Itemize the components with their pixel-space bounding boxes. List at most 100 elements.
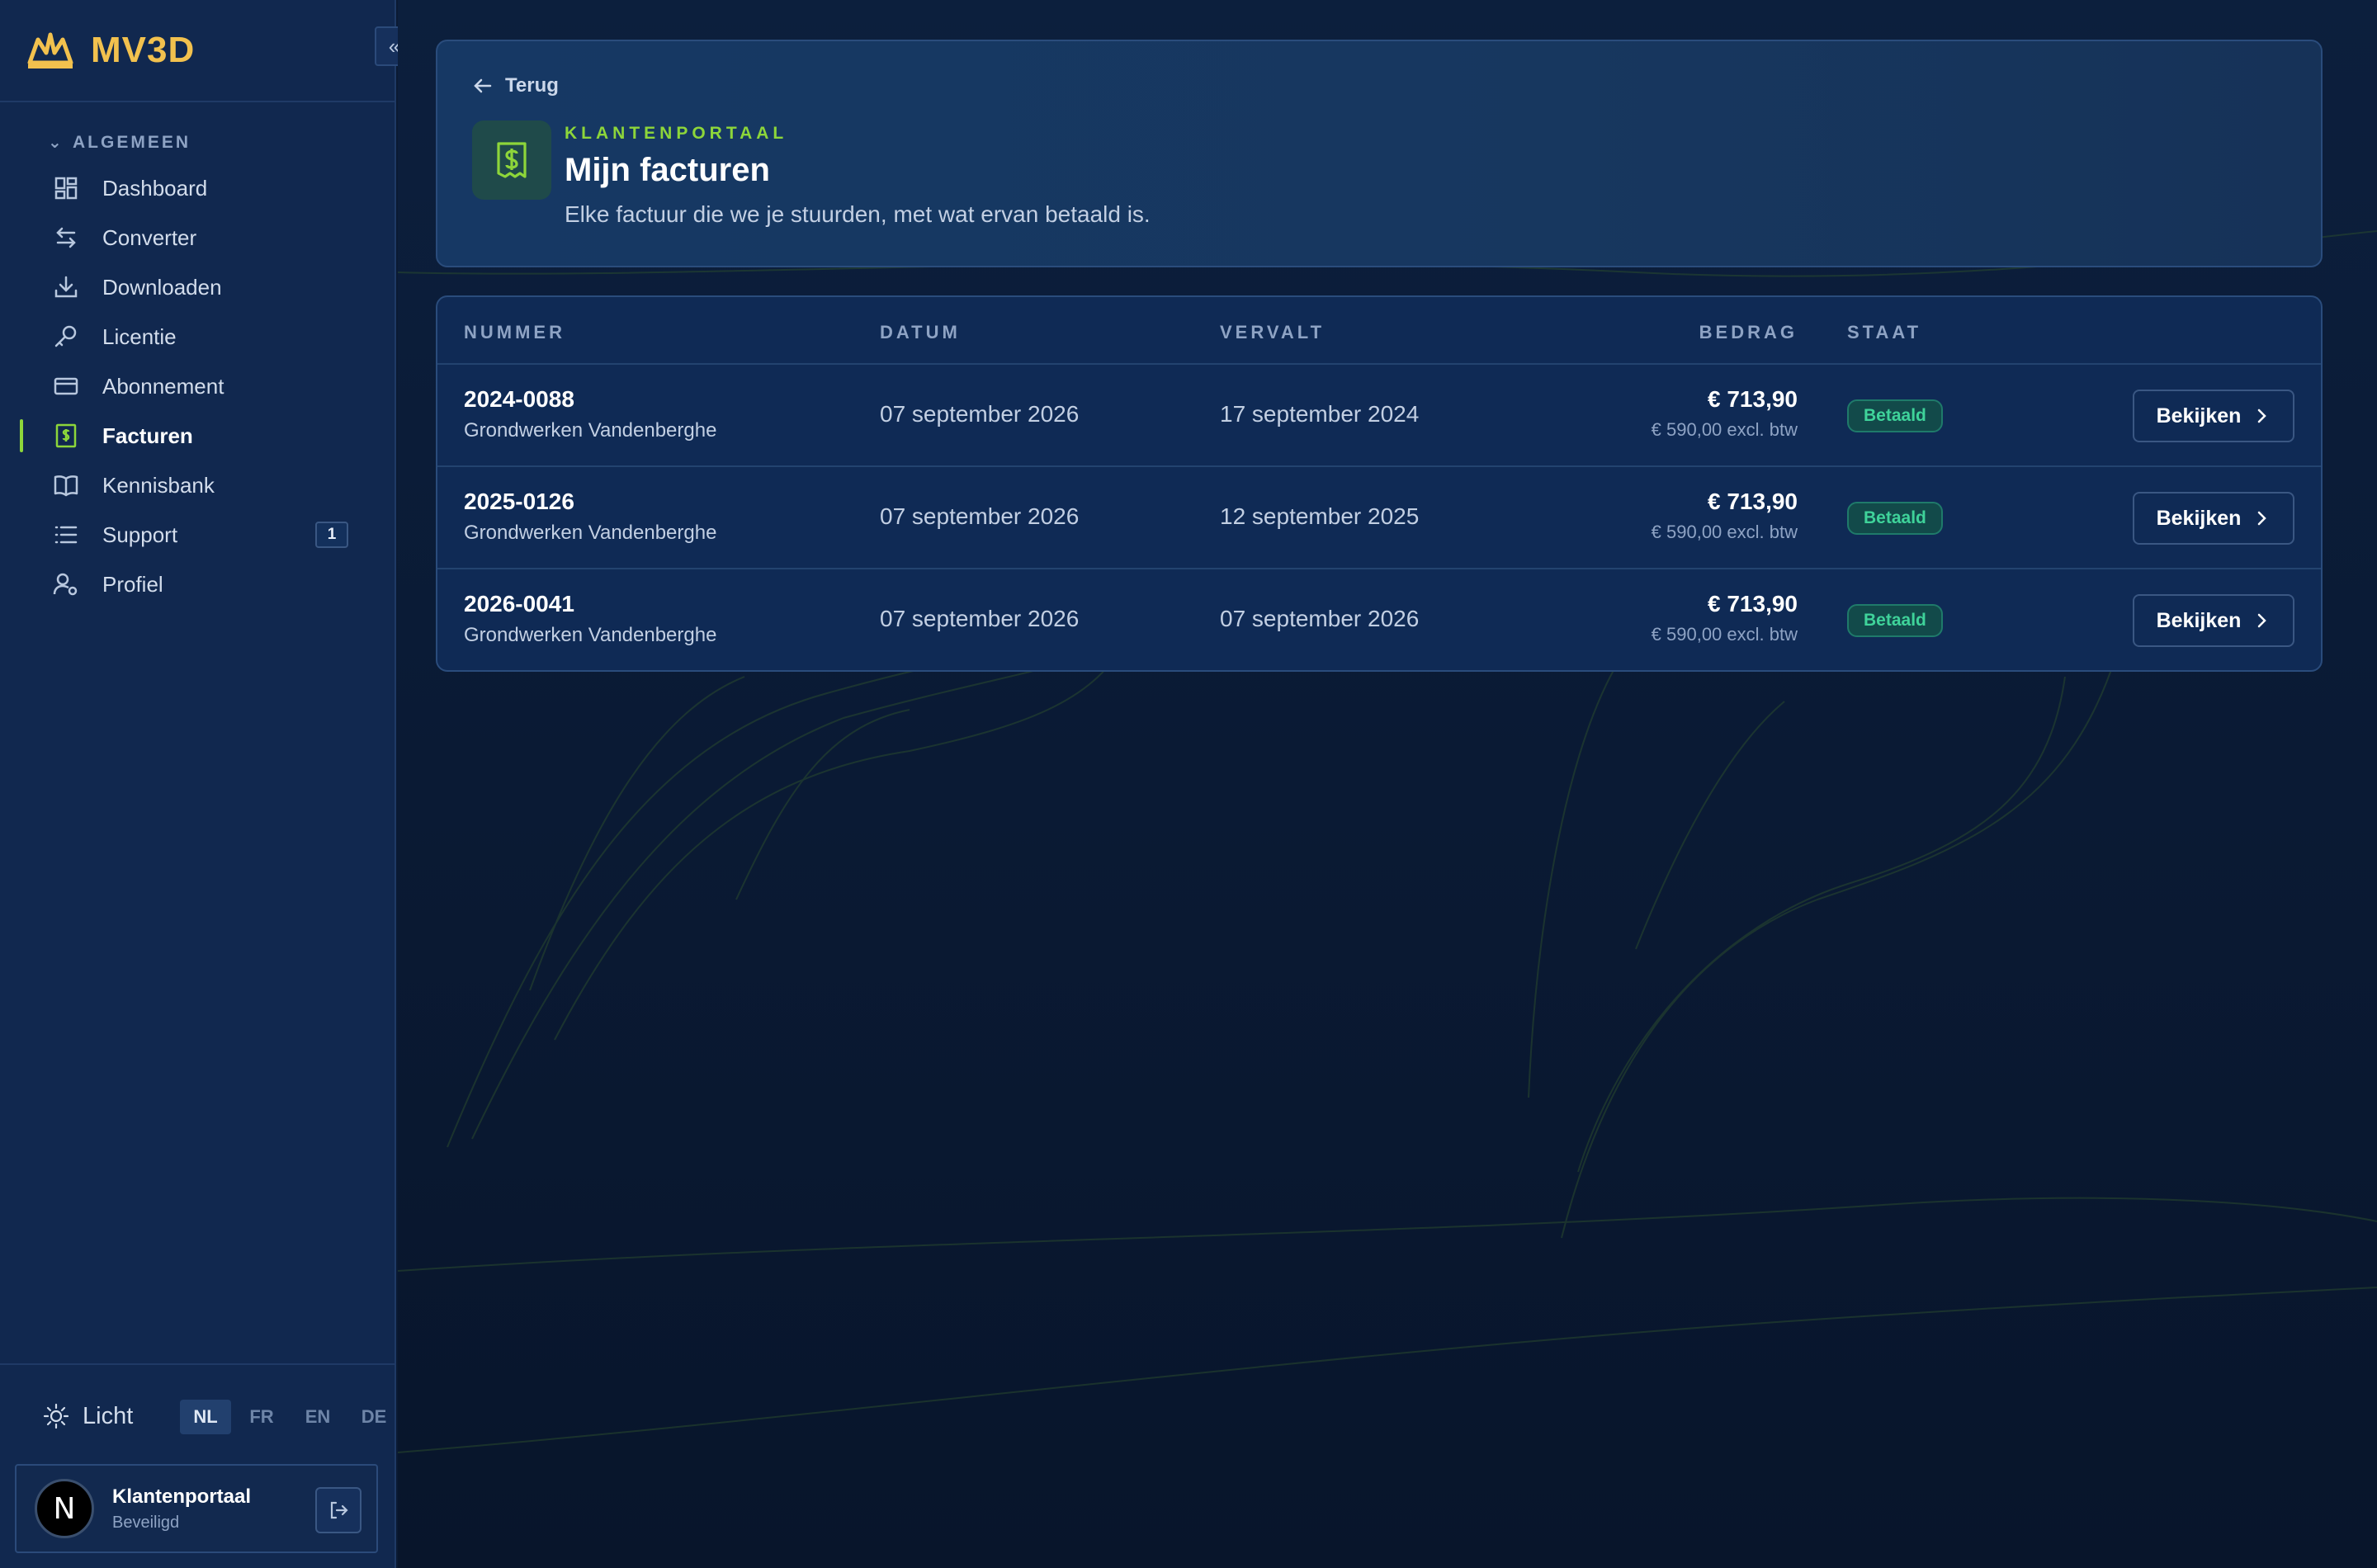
sidebar-nav: Dashboard Converter Downloaden Licentie … xyxy=(0,163,395,609)
chevron-right-icon xyxy=(2258,409,2267,423)
invoice-number: 2025-0126 xyxy=(464,489,574,514)
status-badge: Betaald xyxy=(1847,604,1943,637)
receipt-icon xyxy=(472,120,551,200)
page-subtitle: Elke factuur die we je stuurden, met wat… xyxy=(565,201,1151,227)
page-header: Terug KLANTENPORTAAL Mijn facturen Elke … xyxy=(436,40,2323,267)
sidebar-item-label: Support xyxy=(102,522,178,547)
logout-icon xyxy=(330,1501,348,1519)
sidebar-item-facturen[interactable]: Facturen xyxy=(0,411,395,460)
receipt-icon xyxy=(55,423,77,448)
invoice-client: Grondwerken Vandenberghe xyxy=(464,624,717,646)
list-icon xyxy=(54,526,78,544)
section-toggle-algemeen[interactable]: ⌄ ALGEMEEN xyxy=(0,130,395,155)
sidebar-item-abonnement[interactable]: Abonnement xyxy=(0,361,395,411)
theme-toggle-label[interactable]: Licht xyxy=(83,1403,133,1430)
user-info: Klantenportaal Beveiligd xyxy=(112,1485,251,1533)
user-name: Klantenportaal xyxy=(112,1485,252,1508)
table-row: 2026-0041 Grondwerken Vandenberghe 07 se… xyxy=(437,569,2321,670)
chevron-down-icon: ⌄ xyxy=(48,134,64,152)
user-gear-icon xyxy=(53,573,78,596)
view-button-label: Bekijken xyxy=(2156,404,2242,427)
sidebar-item-label: Profiel xyxy=(102,571,163,597)
lang-nl[interactable]: NL xyxy=(180,1400,231,1434)
credit-card-icon xyxy=(54,377,78,395)
view-button-label: Bekijken xyxy=(2156,608,2242,632)
view-invoice-button[interactable]: Bekijken xyxy=(2133,594,2294,647)
sidebar-item-profiel[interactable]: Profiel xyxy=(0,560,395,609)
invoice-due-date: 07 september 2026 xyxy=(1220,606,1420,631)
download-icon xyxy=(54,276,78,298)
user-card: N Klantenportaal Beveiligd xyxy=(15,1464,378,1553)
lang-de[interactable]: DE xyxy=(348,1400,399,1434)
chevron-right-icon xyxy=(2258,613,2267,628)
invoice-amount-cell: € 713,90 € 590,00 excl. btw xyxy=(1652,489,1798,543)
page-eyebrow: KLANTENPORTAAL xyxy=(565,124,788,143)
view-invoice-button[interactable]: Bekijken xyxy=(2133,390,2294,442)
invoice-date: 07 september 2026 xyxy=(880,401,1080,427)
invoice-client: Grondwerken Vandenberghe xyxy=(464,419,717,442)
sidebar-item-label: Licentie xyxy=(102,324,177,349)
brand[interactable]: MV3D xyxy=(0,0,395,102)
invoice-date: 07 september 2026 xyxy=(880,606,1080,631)
invoice-number-cell: 2026-0041 Grondwerken Vandenberghe xyxy=(464,591,716,647)
language-switcher: NL FR EN DE xyxy=(180,1400,399,1434)
sidebar-item-licentie[interactable]: Licentie xyxy=(0,312,395,361)
column-header-due: VERVALT xyxy=(1220,322,1326,342)
sidebar: MV3D « ⌄ ALGEMEEN Dashboard Converter Do… xyxy=(0,0,414,1568)
sidebar-item-converter[interactable]: Converter xyxy=(0,213,395,262)
invoices-table: NUMMER DATUM VERVALT BEDRAG STAAT 2024-0… xyxy=(436,295,2323,672)
column-header-amount: BEDRAG xyxy=(1699,322,1798,342)
section-label: ALGEMEEN xyxy=(73,133,191,152)
invoice-due-date: 12 september 2025 xyxy=(1220,503,1420,529)
grid-icon xyxy=(54,177,78,200)
table-row: 2024-0088 Grondwerken Vandenberghe 07 se… xyxy=(437,365,2321,467)
invoice-amount-excl: € 590,00 excl. btw xyxy=(1651,624,1798,645)
invoice-due-date: 17 september 2024 xyxy=(1220,401,1420,427)
sidebar-item-kennisbank[interactable]: Kennisbank xyxy=(0,460,395,510)
avatar: N xyxy=(35,1479,94,1538)
support-count-badge: 1 xyxy=(315,522,348,548)
brand-name: MV3D xyxy=(91,30,196,70)
sidebar-item-downloaden[interactable]: Downloaden xyxy=(0,262,395,312)
sidebar-item-label: Kennisbank xyxy=(102,472,215,498)
invoice-amount: € 713,90 xyxy=(1708,386,1798,412)
sidebar-footer: Licht NL FR EN DE N Klantenportaal Bevei… xyxy=(0,1363,396,1568)
key-icon xyxy=(54,325,77,347)
invoice-amount-cell: € 713,90 € 590,00 excl. btw xyxy=(1652,591,1798,645)
logout-button[interactable] xyxy=(315,1487,362,1533)
invoice-number: 2026-0041 xyxy=(464,591,574,616)
invoice-amount: € 713,90 xyxy=(1708,591,1798,616)
sidebar-item-label: Abonnement xyxy=(102,373,224,399)
view-button-label: Bekijken xyxy=(2156,506,2242,530)
invoice-number-cell: 2024-0088 Grondwerken Vandenberghe xyxy=(464,386,716,442)
sidebar-item-label: Converter xyxy=(102,224,197,250)
invoice-amount-cell: € 713,90 € 590,00 excl. btw xyxy=(1652,386,1798,441)
sidebar-item-dashboard[interactable]: Dashboard xyxy=(0,163,395,213)
invoice-amount: € 713,90 xyxy=(1708,489,1798,514)
invoice-amount-excl: € 590,00 excl. btw xyxy=(1651,419,1798,440)
view-invoice-button[interactable]: Bekijken xyxy=(2133,492,2294,545)
lang-en[interactable]: EN xyxy=(292,1400,343,1434)
sun-icon[interactable] xyxy=(43,1403,69,1429)
invoice-amount-excl: € 590,00 excl. btw xyxy=(1651,522,1798,542)
table-row: 2025-0126 Grondwerken Vandenberghe 07 se… xyxy=(437,467,2321,569)
sidebar-item-label: Downloaden xyxy=(102,274,222,300)
sidebar-item-label: Facturen xyxy=(102,423,193,448)
sidebar-item-label: Dashboard xyxy=(102,175,208,201)
invoice-date: 07 september 2026 xyxy=(880,503,1080,529)
sidebar-item-support[interactable]: Support 1 xyxy=(0,510,395,560)
invoice-number-cell: 2025-0126 Grondwerken Vandenberghe xyxy=(464,489,716,545)
invoice-number: 2024-0088 xyxy=(464,386,574,412)
page-title: Mijn facturen xyxy=(565,152,770,188)
column-header-number: NUMMER xyxy=(464,322,565,342)
main-content: Terug KLANTENPORTAAL Mijn facturen Elke … xyxy=(398,0,2377,1568)
user-subtitle: Beveiligd xyxy=(112,1513,180,1532)
status-badge: Betaald xyxy=(1847,399,1943,432)
back-link[interactable]: Terug xyxy=(472,74,559,97)
arrow-left-icon xyxy=(474,78,492,93)
back-label: Terug xyxy=(505,74,559,97)
crown-logo-icon xyxy=(27,32,73,68)
invoice-client: Grondwerken Vandenberghe xyxy=(464,522,717,544)
chevron-right-icon xyxy=(2258,511,2267,526)
lang-fr[interactable]: FR xyxy=(236,1400,287,1434)
